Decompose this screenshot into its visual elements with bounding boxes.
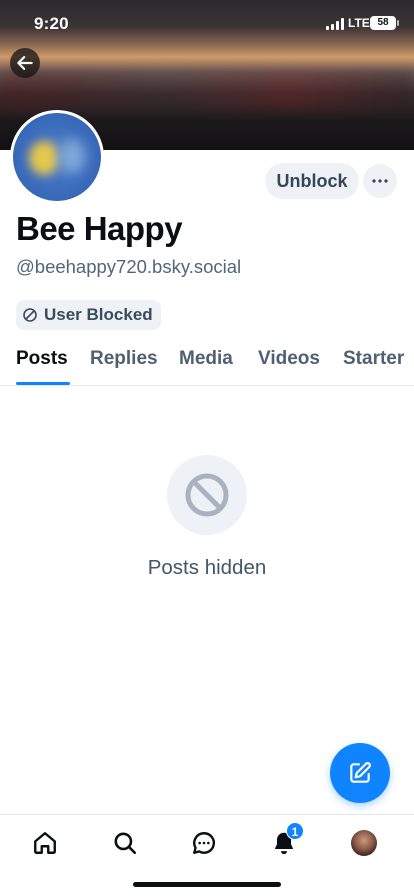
nav-home[interactable] xyxy=(29,827,61,859)
notification-count-badge: 1 xyxy=(286,822,304,840)
tab-posts[interactable]: Posts xyxy=(16,348,68,370)
compose-post-button[interactable] xyxy=(330,743,390,803)
more-options-button[interactable] xyxy=(363,164,397,198)
block-icon xyxy=(23,308,37,322)
signal-strength-icon xyxy=(326,18,344,30)
tab-replies[interactable]: Replies xyxy=(90,348,158,370)
blocked-badge-label: User Blocked xyxy=(44,305,153,324)
handle: @beehappy720.bsky.social xyxy=(16,256,242,277)
home-icon xyxy=(34,832,56,854)
home-indicator xyxy=(133,882,281,887)
nav-notifications[interactable]: 1 xyxy=(268,822,304,859)
battery-icon: 58 xyxy=(370,16,399,30)
profile-tabs: Posts Replies Media Videos Starter xyxy=(0,340,414,386)
display-name: Bee Happy xyxy=(16,210,183,247)
active-tab-indicator xyxy=(16,382,70,385)
profile-avatar-small xyxy=(351,830,377,856)
nav-profile[interactable] xyxy=(348,827,380,859)
tab-media[interactable]: Media xyxy=(179,348,233,370)
network-type: LTE xyxy=(348,16,370,30)
ellipsis-icon xyxy=(372,179,388,183)
posts-hidden-icon-circle xyxy=(167,455,247,535)
search-icon xyxy=(114,832,137,855)
status-time: 9:20 xyxy=(34,14,69,33)
block-icon xyxy=(185,473,229,517)
tab-starter[interactable]: Starter xyxy=(343,348,404,370)
profile-avatar[interactable] xyxy=(10,110,104,204)
chat-icon xyxy=(193,832,216,854)
user-blocked-badge: User Blocked xyxy=(16,300,161,330)
back-button[interactable] xyxy=(10,48,40,78)
tab-videos[interactable]: Videos xyxy=(258,348,320,370)
nav-search[interactable] xyxy=(109,827,141,859)
status-bar: 9:20 LTE 58 xyxy=(0,0,414,50)
arrow-left-icon xyxy=(17,56,33,70)
compose-icon xyxy=(350,762,371,783)
posts-hidden-message: Posts hidden xyxy=(147,556,267,579)
unblock-button[interactable]: Unblock xyxy=(265,163,359,199)
nav-chat[interactable] xyxy=(188,827,220,859)
